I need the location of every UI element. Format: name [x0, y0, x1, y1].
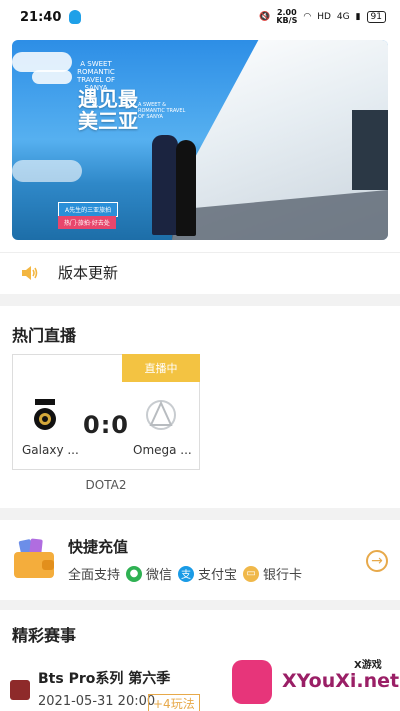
watermark-text: XYouXi.net [282, 670, 400, 692]
alipay-icon: 支 [178, 565, 195, 582]
banner-tag: A先生的三亚旅拍 [58, 202, 119, 217]
top-area: A SWEET ROMANTIC TRAVEL OF SANYA 遇见最美三亚 … [0, 34, 400, 294]
dota2-game-icon [10, 680, 30, 700]
live-badge: 直播中 [122, 354, 200, 382]
promo-banner[interactable]: A SWEET ROMANTIC TRAVEL OF SANYA 遇见最美三亚 … [12, 40, 388, 240]
couple-image [176, 140, 196, 236]
notice-text: 版本更新 [58, 264, 119, 282]
banner-tag: 热门·旅拍·好去处 [58, 216, 116, 229]
battery-indicator: 91 [366, 11, 386, 23]
team-logo-galaxy [34, 399, 56, 430]
wifi-icon: ◠ [303, 12, 312, 22]
couple-image [152, 135, 178, 235]
cloud-shape [12, 160, 82, 182]
banner-sub-text: A SWEET & ROMANTIC TRAVEL OF SANYA [138, 102, 186, 120]
status-icons: 🔇 2.00 KB/S ◠ HD 4G ▮ 91 [259, 9, 386, 25]
hot-live-section: 热门直播 直播中 0:0 Galaxy ... Omega ... DOTA2 [0, 306, 400, 508]
update-notice[interactable]: 版本更新 [0, 252, 400, 292]
arrow-right-icon[interactable]: → [366, 550, 388, 572]
site-watermark: X游戏 XYouXi.net [228, 652, 400, 711]
cloud-shape [32, 70, 72, 84]
mute-icon: 🔇 [259, 12, 271, 22]
signal-icon: ▮ [355, 12, 361, 22]
payment-label-alipay: 支付宝 [198, 568, 238, 583]
watermark-small-text: X游戏 [354, 660, 382, 671]
signal-type: 4G [336, 12, 350, 22]
section-title: 精彩赛事 [12, 626, 77, 645]
live-match-card[interactable]: 直播中 0:0 Galaxy ... Omega ... [12, 354, 200, 470]
recharge-title: 快捷充值 [68, 538, 129, 556]
bankcard-icon: ▭ [243, 565, 260, 582]
event-play-tag: +4玩法 [148, 694, 200, 711]
quick-recharge-section[interactable]: 快捷充值 全面支持 ● 微信 支 支付宝 ▭ 银行卡 → [0, 520, 400, 600]
payment-methods: 全面支持 ● 微信 支 支付宝 ▭ 银行卡 [68, 564, 302, 583]
payment-label-bankcard: 银行卡 [263, 568, 303, 583]
cloud-shape [12, 52, 72, 72]
game-label: DOTA2 [85, 478, 127, 492]
team-logo-omega [146, 400, 176, 430]
yacht-window-image [352, 110, 388, 190]
team-name-right: Omega ... [133, 443, 192, 457]
section-title: 热门直播 [12, 326, 77, 345]
qq-icon [69, 10, 82, 24]
speed-unit: KB/S [276, 16, 298, 25]
wallet-icon [14, 538, 54, 578]
event-time: 2021-05-31 20:00 [38, 694, 156, 709]
event-name[interactable]: Bts Pro系列 第六季 [38, 668, 170, 688]
team-name-left: Galaxy ... [22, 443, 79, 457]
support-label: 全面支持 [68, 568, 121, 583]
banner-title: 遇见最美三亚 [78, 87, 138, 133]
payment-label-wechat: 微信 [146, 568, 173, 583]
status-time: 21:40 [20, 9, 62, 25]
wechat-icon: ● [126, 565, 143, 582]
status-bar: 21:40 🔇 2.00 KB/S ◠ HD 4G ▮ 91 [0, 0, 400, 34]
network-speed: 2.00 KB/S [276, 9, 297, 25]
gamepad-logo-icon [232, 660, 272, 704]
match-score: 0:0 [83, 411, 129, 439]
speaker-icon [22, 265, 38, 280]
network-type: HD [317, 12, 331, 22]
